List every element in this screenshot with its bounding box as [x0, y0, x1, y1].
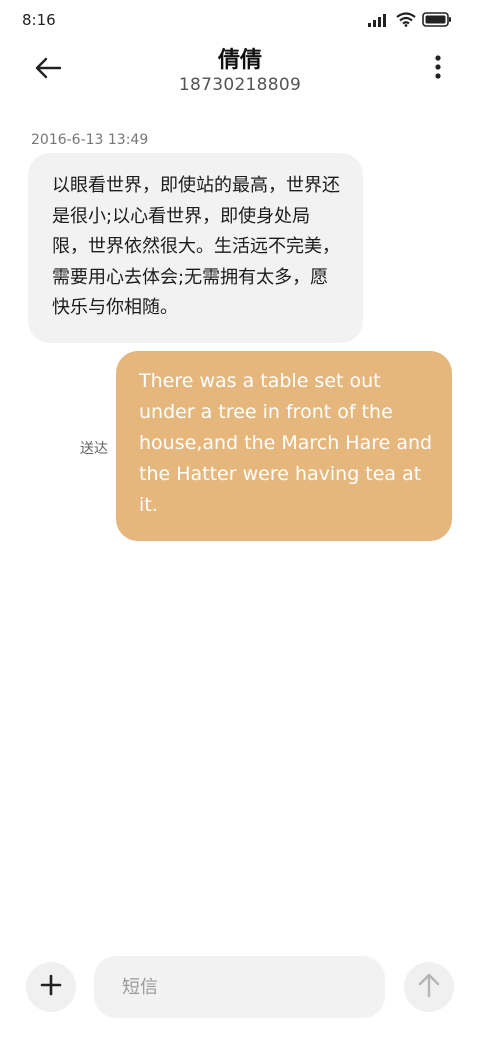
wifi-icon: [396, 12, 416, 31]
plus-icon: [40, 974, 62, 1000]
signal-icon: [368, 12, 390, 31]
conversation-header: 倩倩 18730218809: [0, 40, 480, 104]
sms-input[interactable]: [94, 956, 385, 1018]
incoming-message-bubble[interactable]: 以眼看世界，即使站的最高，世界还是很小;以心看世界，即使身处局限，世界依然很大。…: [28, 153, 363, 343]
incoming-message-text: 以眼看世界，即使站的最高，世界还是很小;以心看世界，即使身处局限，世界依然很大。…: [52, 175, 340, 318]
contact-number: 18730218809: [178, 75, 302, 95]
status-icons: [368, 12, 452, 31]
outgoing-message-text: There was a table set out under a tree i…: [139, 370, 433, 516]
more-vertical-icon: [435, 55, 441, 83]
battery-icon: [422, 12, 452, 31]
message-timestamp: 2016-6-13 13:49: [31, 132, 149, 148]
arrow-up-icon: [418, 972, 440, 1002]
status-bar: 8:16: [0, 0, 480, 40]
add-attachment-button[interactable]: [26, 962, 76, 1012]
contact-name: 倩倩: [217, 48, 262, 73]
status-time: 8:16: [22, 11, 56, 29]
outgoing-message-bubble[interactable]: There was a table set out under a tree i…: [116, 351, 452, 541]
more-options-button[interactable]: [426, 54, 450, 84]
send-button[interactable]: [404, 962, 454, 1012]
delivery-status: 送达: [80, 441, 108, 457]
